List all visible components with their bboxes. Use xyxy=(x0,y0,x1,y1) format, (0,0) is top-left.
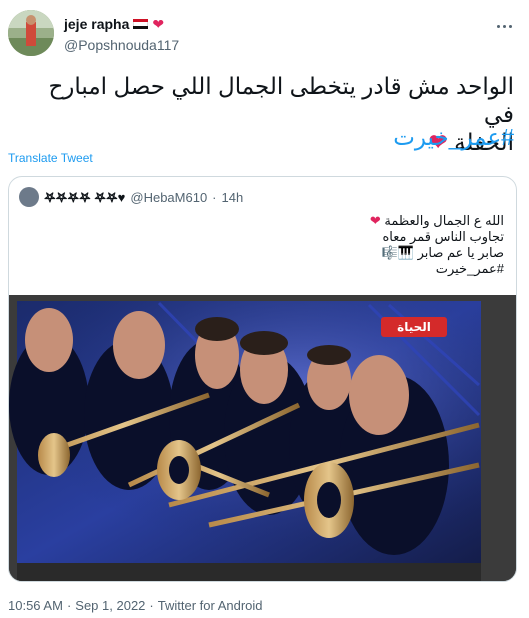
heart-emoji-icon: ❤ xyxy=(152,16,165,32)
quoted-separator: · xyxy=(212,189,217,205)
quoted-tweet[interactable]: 𖤐𖤐𖤐𖤐 𖤐𖤐♥ @HebaM610 · 14h الله ع الجمال و… xyxy=(8,176,517,582)
egypt-flag-icon xyxy=(133,18,149,30)
channel-logo-text: الحياة xyxy=(397,320,431,334)
tweet-time[interactable]: 10:56 AM xyxy=(8,598,63,613)
tweet-header: jeje rapha ❤ @Popshnouda117 xyxy=(8,10,521,60)
quoted-text: الله ع الجمال والعظمة ❤ تجاوب الناس قمر … xyxy=(370,213,504,277)
quoted-line1-row: الله ع الجمال والعظمة ❤ xyxy=(370,213,504,229)
tweet-date[interactable]: Sep 1, 2022 xyxy=(75,598,145,613)
author-avatar[interactable] xyxy=(8,10,54,56)
meta-separator: · xyxy=(66,598,72,613)
quoted-line1: الله ع الجمال والعظمة xyxy=(384,213,504,228)
heart-emoji-icon: ❤ xyxy=(369,213,381,228)
tweet-card: jeje rapha ❤ @Popshnouda117 الواحد مش قا… xyxy=(0,0,529,618)
quoted-header: 𖤐𖤐𖤐𖤐 𖤐𖤐♥ @HebaM610 · 14h xyxy=(19,187,243,207)
quoted-time: 14h xyxy=(221,189,244,205)
more-icon[interactable] xyxy=(493,18,515,34)
tweet-meta: 10:56 AM · Sep 1, 2022 · Twitter for And… xyxy=(8,598,263,613)
hashtag-link[interactable]: #عمر_خيرت xyxy=(393,124,514,151)
quoted-line3: صابر يا عم صابر 🎹🎼 xyxy=(381,245,504,260)
tweet-text-line1: الواحد مش قادر يتخطى الجمال اللي حصل امب… xyxy=(48,73,514,127)
quoted-avatar xyxy=(19,187,39,207)
meta-separator: · xyxy=(149,598,154,613)
quoted-name: 𖤐𖤐𖤐𖤐 𖤐𖤐♥ xyxy=(44,190,126,205)
author-name-row[interactable]: jeje rapha ❤ xyxy=(64,16,164,32)
quoted-line2: تجاوب الناس قمر معاه xyxy=(382,229,504,244)
tweet-source-app[interactable]: Twitter for Android xyxy=(158,598,263,613)
translate-tweet-link[interactable]: Translate Tweet xyxy=(8,151,93,165)
avatar-photo xyxy=(8,10,54,56)
quoted-handle: @HebaM610 xyxy=(130,189,208,205)
concert-photo: الحياة xyxy=(9,295,516,581)
quoted-media-image[interactable]: الحياة xyxy=(9,295,516,581)
author-name[interactable]: jeje rapha xyxy=(64,16,129,32)
quoted-line4: #عمر_خيرت xyxy=(435,261,504,276)
author-handle[interactable]: @Popshnouda117 xyxy=(64,37,179,53)
